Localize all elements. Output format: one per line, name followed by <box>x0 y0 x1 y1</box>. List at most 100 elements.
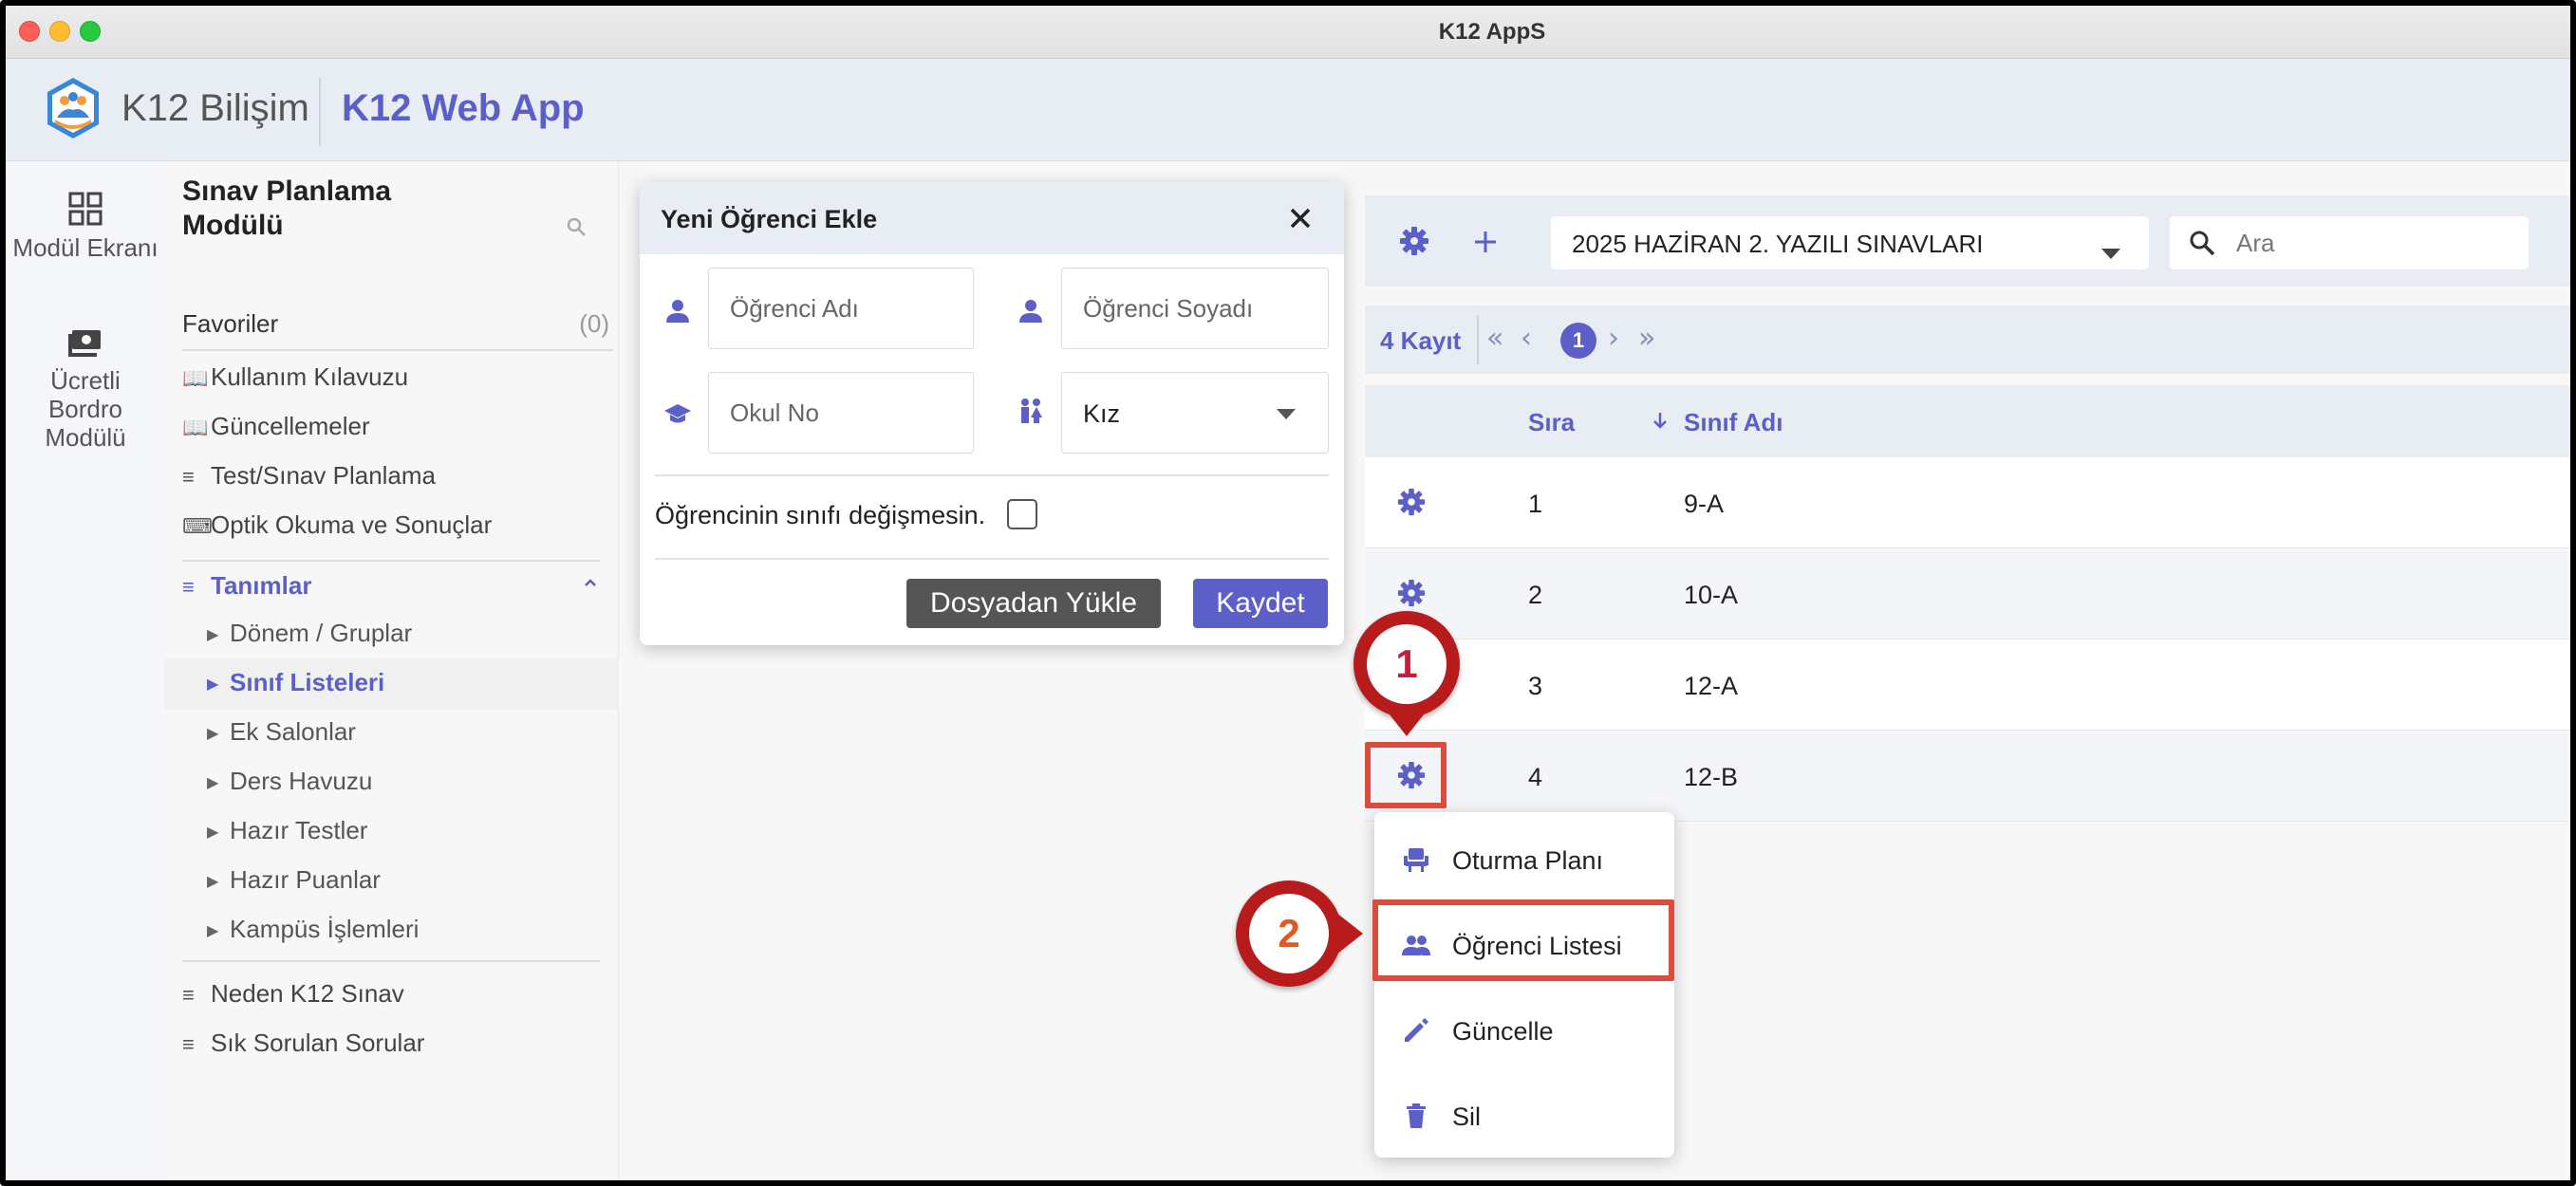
nav-subitem-terms[interactable]: ▶ Dönem / Gruplar <box>207 619 412 648</box>
table-row[interactable]: 3 12-A <box>1365 639 2570 731</box>
current-page[interactable]: 1 <box>1560 323 1596 359</box>
book-icon: 📖 <box>182 366 209 390</box>
nav-item-why-k12[interactable]: ≡ Neden K12 Sınav <box>182 979 404 1009</box>
caret-right-icon: ▶ <box>207 874 219 891</box>
gender-icon <box>1021 398 1042 423</box>
class-name-cell: 12-B <box>1684 763 1739 791</box>
first-name-field[interactable] <box>708 268 974 349</box>
list-toolbar: 2025 HAZİRAN 2. YAZILI SINAVLARI <box>1365 195 2570 287</box>
gear-icon[interactable] <box>1399 226 1429 256</box>
plus-icon[interactable] <box>1471 228 1500 256</box>
gear-icon[interactable] <box>1397 488 1426 516</box>
rail-item-payroll[interactable]: Ücretli Bordro Modülü <box>6 323 165 452</box>
dropdown-arrow-icon <box>1277 409 1296 419</box>
school-no-field[interactable] <box>708 372 974 454</box>
highlight-gear-box <box>1365 742 1447 808</box>
keep-class-checkbox[interactable] <box>1007 499 1037 529</box>
last-name-input[interactable] <box>1062 269 1328 348</box>
sort-down-icon[interactable] <box>1650 410 1671 431</box>
menu-item-delete[interactable]: Sil <box>1374 1076 1674 1152</box>
table-row[interactable]: 4 12-B <box>1365 731 2570 822</box>
app-name[interactable]: K12 Web App <box>342 87 585 130</box>
row-context-menu: Oturma Planı Öğrenci Listesi Güncelle Si… <box>1374 812 1674 1158</box>
column-header-class-name[interactable]: Sınıf Adı <box>1684 408 1783 437</box>
caret-right-icon: ▶ <box>207 726 219 743</box>
search-input[interactable] <box>2236 216 2511 269</box>
gear-icon[interactable] <box>1397 579 1426 607</box>
first-page-icon[interactable]: « <box>1486 324 1503 353</box>
rail-label: Ücretli Bordro Modülü <box>45 366 126 452</box>
person-icon <box>1019 300 1042 323</box>
nav-item-test-planning[interactable]: ≡ Test/Sınav Planlama <box>182 461 436 491</box>
nav-subitem-extra-halls[interactable]: ▶ Ek Salonlar <box>207 717 356 747</box>
app-window: K12 AppS K12 Bilişim K12 Web App Modül E… <box>0 0 2576 1186</box>
rail-label: Modül Ekranı <box>12 233 159 262</box>
nav-subitem-campus-ops[interactable]: ▶ Kampüs İşlemleri <box>207 915 419 944</box>
column-header-order[interactable]: Sıra <box>1528 408 1575 437</box>
pencil-icon <box>1405 1018 1428 1042</box>
menu-item-update[interactable]: Güncelle <box>1374 991 1674 1066</box>
nav-item-user-guide[interactable]: 📖Kullanım Kılavuzu <box>182 362 408 392</box>
last-page-icon[interactable]: » <box>1638 324 1655 353</box>
nav-subitem-ready-scores[interactable]: ▶ Hazır Puanlar <box>207 865 381 895</box>
table-row[interactable]: 1 9-A <box>1365 457 2570 548</box>
brand-name: K12 Bilişim <box>121 87 309 129</box>
order-cell: 1 <box>1528 490 1543 518</box>
nav-subitem-course-pool[interactable]: ▶ Ders Havuzu <box>207 767 372 796</box>
previous-page-icon[interactable]: ‹ <box>1521 324 1532 353</box>
module-title: Sınav Planlama Modülü <box>182 176 392 241</box>
add-student-dialog: Yeni Öğrenci Ekle Öğrenci Adı Öğrenci So… <box>640 182 1344 645</box>
class-name-cell: 9-A <box>1684 490 1725 518</box>
school-no-input[interactable] <box>709 373 973 453</box>
caret-right-icon: ▶ <box>207 676 219 694</box>
table-row[interactable]: 2 10-A <box>1365 548 2570 639</box>
playlist-add-icon: ≡ <box>182 575 195 599</box>
nav-item-faq[interactable]: ≡ Sık Sorulan Sorular <box>182 1028 424 1058</box>
next-page-icon[interactable]: › <box>1608 324 1619 353</box>
order-cell: 4 <box>1528 763 1543 791</box>
menu-icon: ≡ <box>182 983 195 1007</box>
gender-value: Kız <box>1083 399 1121 428</box>
payroll-icon <box>68 330 101 357</box>
menu-item-seating-plan[interactable]: Oturma Planı <box>1374 820 1674 896</box>
search-box[interactable] <box>2170 216 2529 269</box>
rail-item-module-screen[interactable]: Modül Ekranı <box>6 190 165 262</box>
dialog-title: Yeni Öğrenci Ekle <box>661 205 878 233</box>
search-icon[interactable] <box>564 214 590 241</box>
gender-select[interactable]: Kız <box>1061 372 1329 454</box>
menu-icon: ≡ <box>182 465 195 489</box>
divider <box>182 960 600 962</box>
close-icon[interactable] <box>1285 203 1316 233</box>
callout-marker: 2 <box>1236 880 1342 987</box>
callout-number: 2 <box>1249 894 1329 973</box>
favorites-header[interactable]: Favoriler (0) <box>182 309 609 339</box>
nav-item-optical-reading[interactable]: ⌨Optik Okuma ve Sonuçlar <box>182 510 492 540</box>
nav-item-updates[interactable]: 📖Güncellemeler <box>182 412 370 441</box>
header-divider <box>319 78 321 146</box>
navigation-sidebar: Sınav Planlama Modülü Favoriler (0) 📖Kul… <box>165 161 619 1180</box>
exam-select[interactable]: 2025 HAZİRAN 2. YAZILI SINAVLARI <box>1551 216 2149 269</box>
callout-pointer <box>1336 913 1363 954</box>
first-name-input[interactable] <box>709 269 973 348</box>
keep-class-label: Öğrencinin sınıfı değişmesin. <box>655 501 986 529</box>
person-icon <box>666 300 689 323</box>
nav-subitem-ready-tests[interactable]: ▶ Hazır Testler <box>207 816 367 845</box>
record-count: 4 Kayıt <box>1380 326 1462 355</box>
callout-number: 1 <box>1367 624 1447 704</box>
save-button[interactable]: Kaydet <box>1193 579 1328 628</box>
dropdown-arrow-icon <box>2101 249 2120 259</box>
dialog-divider <box>655 558 1329 560</box>
window-title: K12 AppS <box>1438 19 1546 45</box>
chevron-up-icon[interactable] <box>581 573 600 592</box>
nav-group-definitions[interactable]: ≡ Tanımlar <box>182 571 311 601</box>
divider <box>182 349 613 351</box>
callout-marker: 1 <box>1353 611 1460 717</box>
upload-from-file-button[interactable]: Dosyadan Yükle <box>906 579 1161 628</box>
pager-divider <box>1477 315 1479 364</box>
book-icon: 📖 <box>182 416 209 439</box>
order-cell: 2 <box>1528 581 1543 609</box>
order-cell: 3 <box>1528 672 1543 700</box>
k12-logo-icon <box>47 78 99 139</box>
nav-subitem-class-lists[interactable]: ▶ Sınıf Listeleri <box>207 668 384 697</box>
last-name-field[interactable] <box>1061 268 1329 349</box>
